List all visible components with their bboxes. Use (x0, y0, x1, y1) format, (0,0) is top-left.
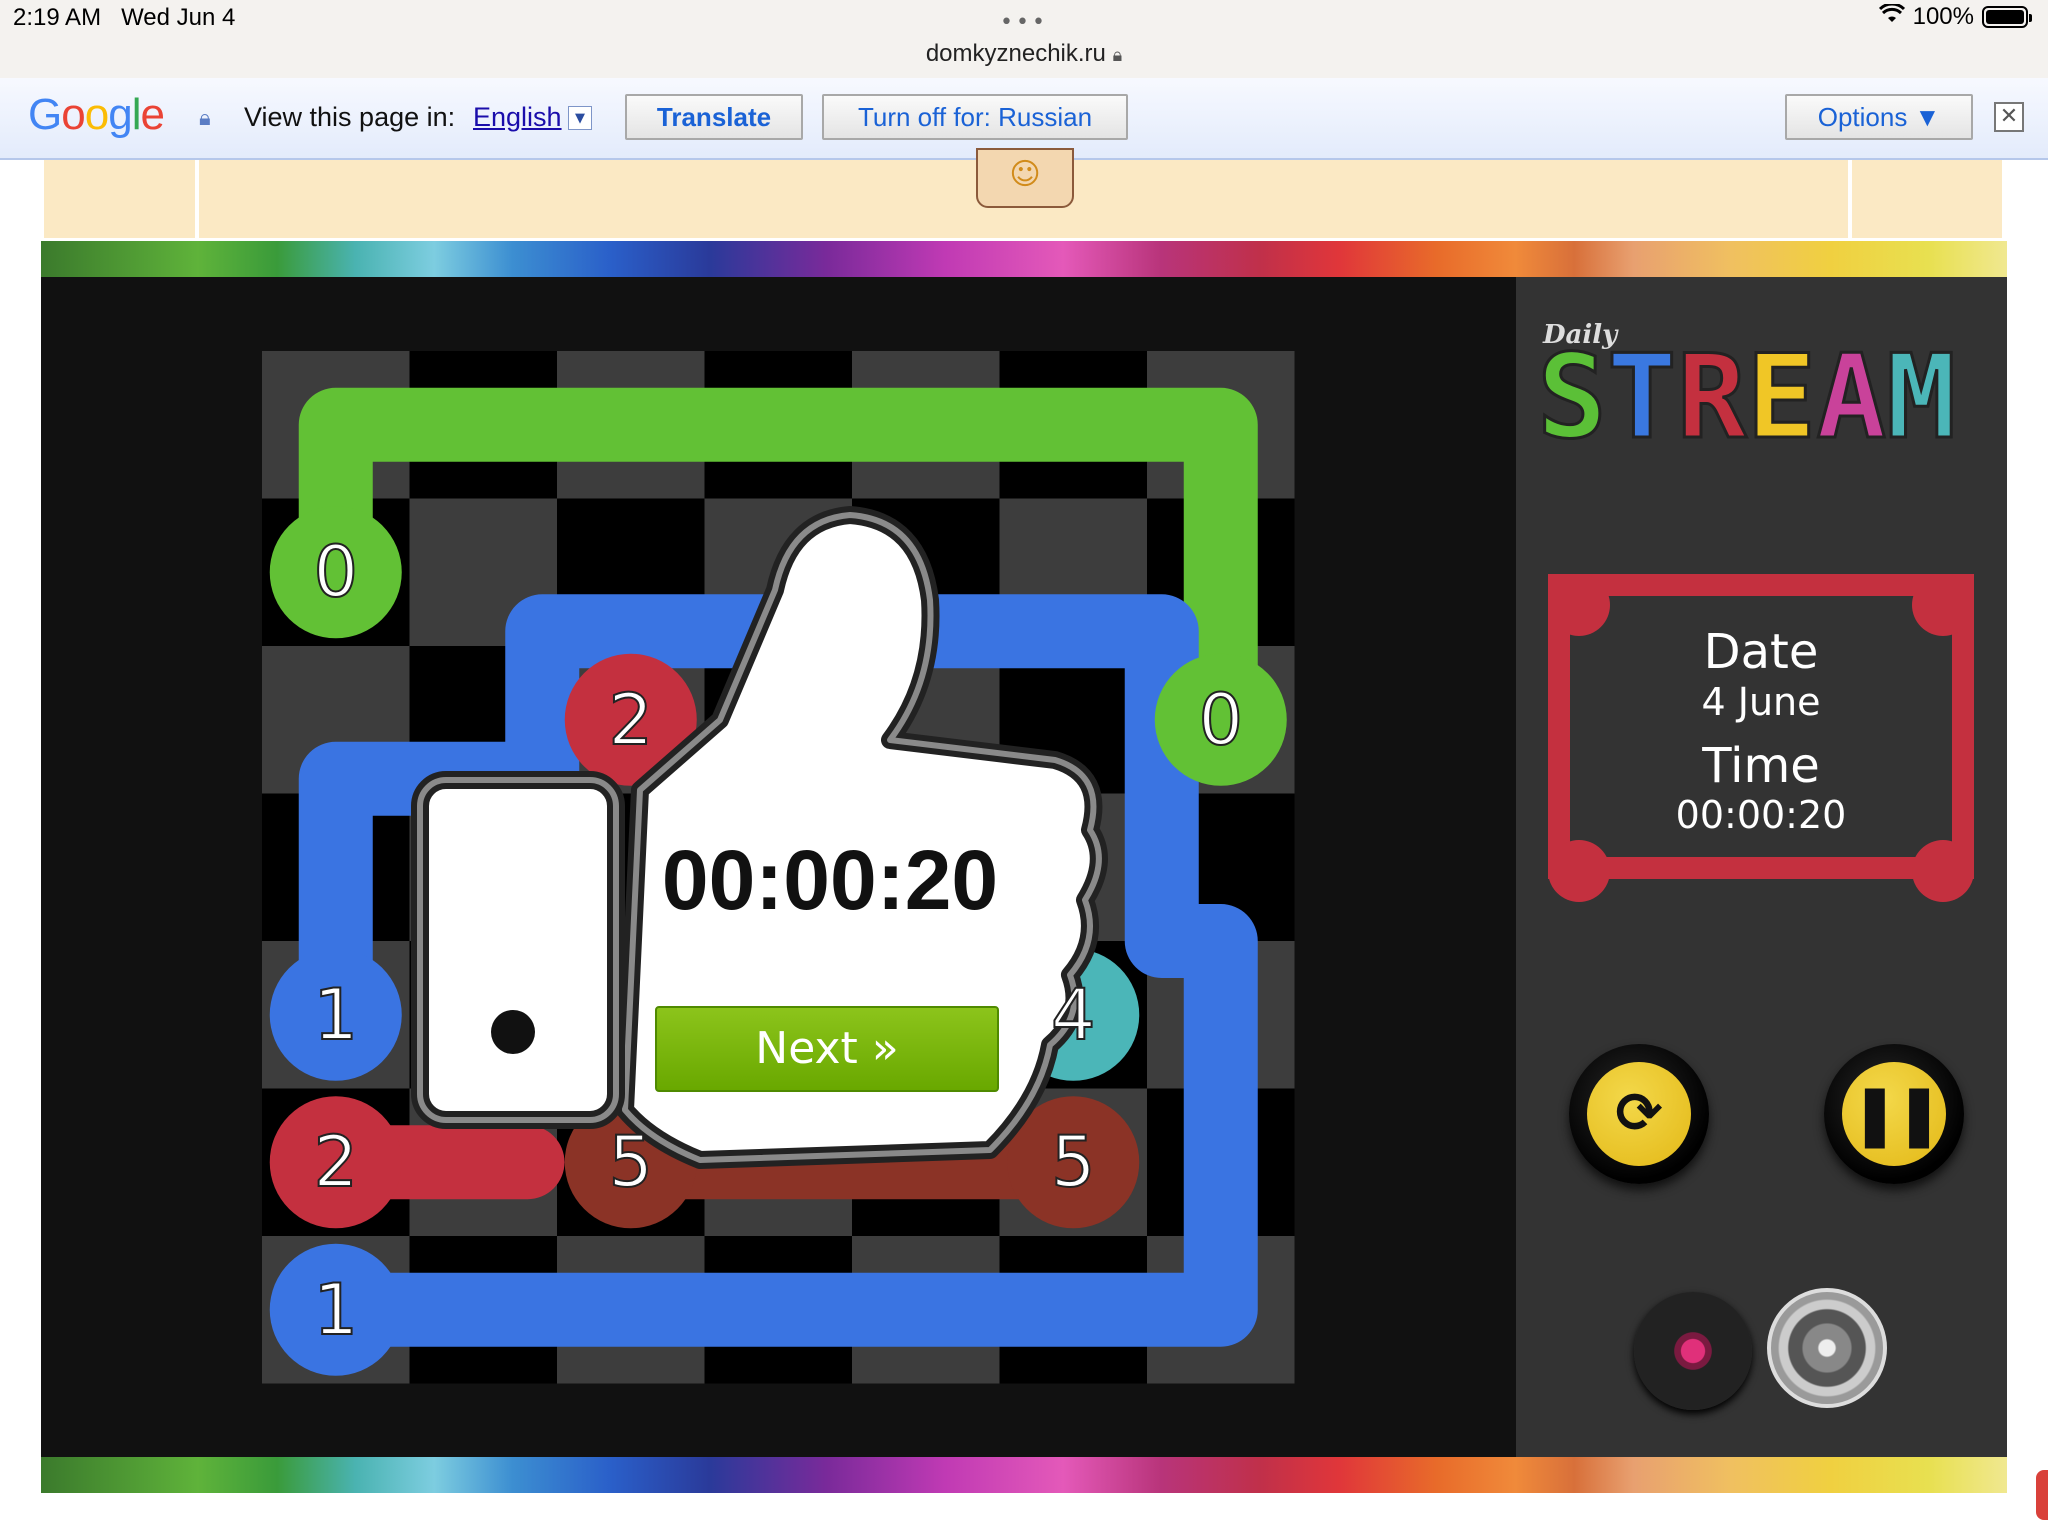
pause-button[interactable]: ❚❚ (1824, 1044, 1964, 1184)
logo-letter: T (1605, 330, 1678, 465)
logo-letter: S (1536, 330, 1609, 465)
node-label: 5 (1050, 1120, 1097, 1204)
restart-button[interactable]: ⟳ (1569, 1044, 1709, 1184)
node-label: 0 (312, 530, 359, 614)
node-label: 0 (1197, 678, 1244, 762)
logo-stream: STREAM (1536, 330, 1958, 465)
edge-tab[interactable] (2036, 1470, 2048, 1520)
next-button[interactable]: Next » (655, 1006, 999, 1092)
logo-letter: M (1885, 330, 1958, 465)
node-label: 4 (1050, 973, 1097, 1057)
logo-letter: E (1745, 330, 1818, 465)
refresh-icon: ⟳ (1587, 1062, 1691, 1166)
node-label: 5 (607, 1120, 654, 1204)
time-title: Time (1702, 738, 1820, 794)
color-pencils-stripe-bottom (41, 1457, 2007, 1493)
logo-letter: A (1815, 330, 1888, 465)
node-label: 1 (312, 973, 359, 1057)
speaker-icon[interactable] (1767, 1288, 1887, 1408)
node-label: 1 (312, 1268, 359, 1352)
node-label: 2 (312, 1120, 359, 1204)
time-value: 00:00:20 (1675, 793, 1847, 837)
date-title: Date (1703, 624, 1819, 680)
pause-icon: ❚❚ (1842, 1062, 1946, 1166)
date-value: 4 June (1701, 680, 1821, 724)
logo-letter: R (1675, 330, 1748, 465)
music-record-icon[interactable] (1634, 1292, 1752, 1410)
frame-corner (1912, 840, 1974, 902)
node-label: 2 (607, 678, 654, 762)
frame-corner (1548, 840, 1610, 902)
popup-time: 00:00:20 (661, 833, 999, 927)
